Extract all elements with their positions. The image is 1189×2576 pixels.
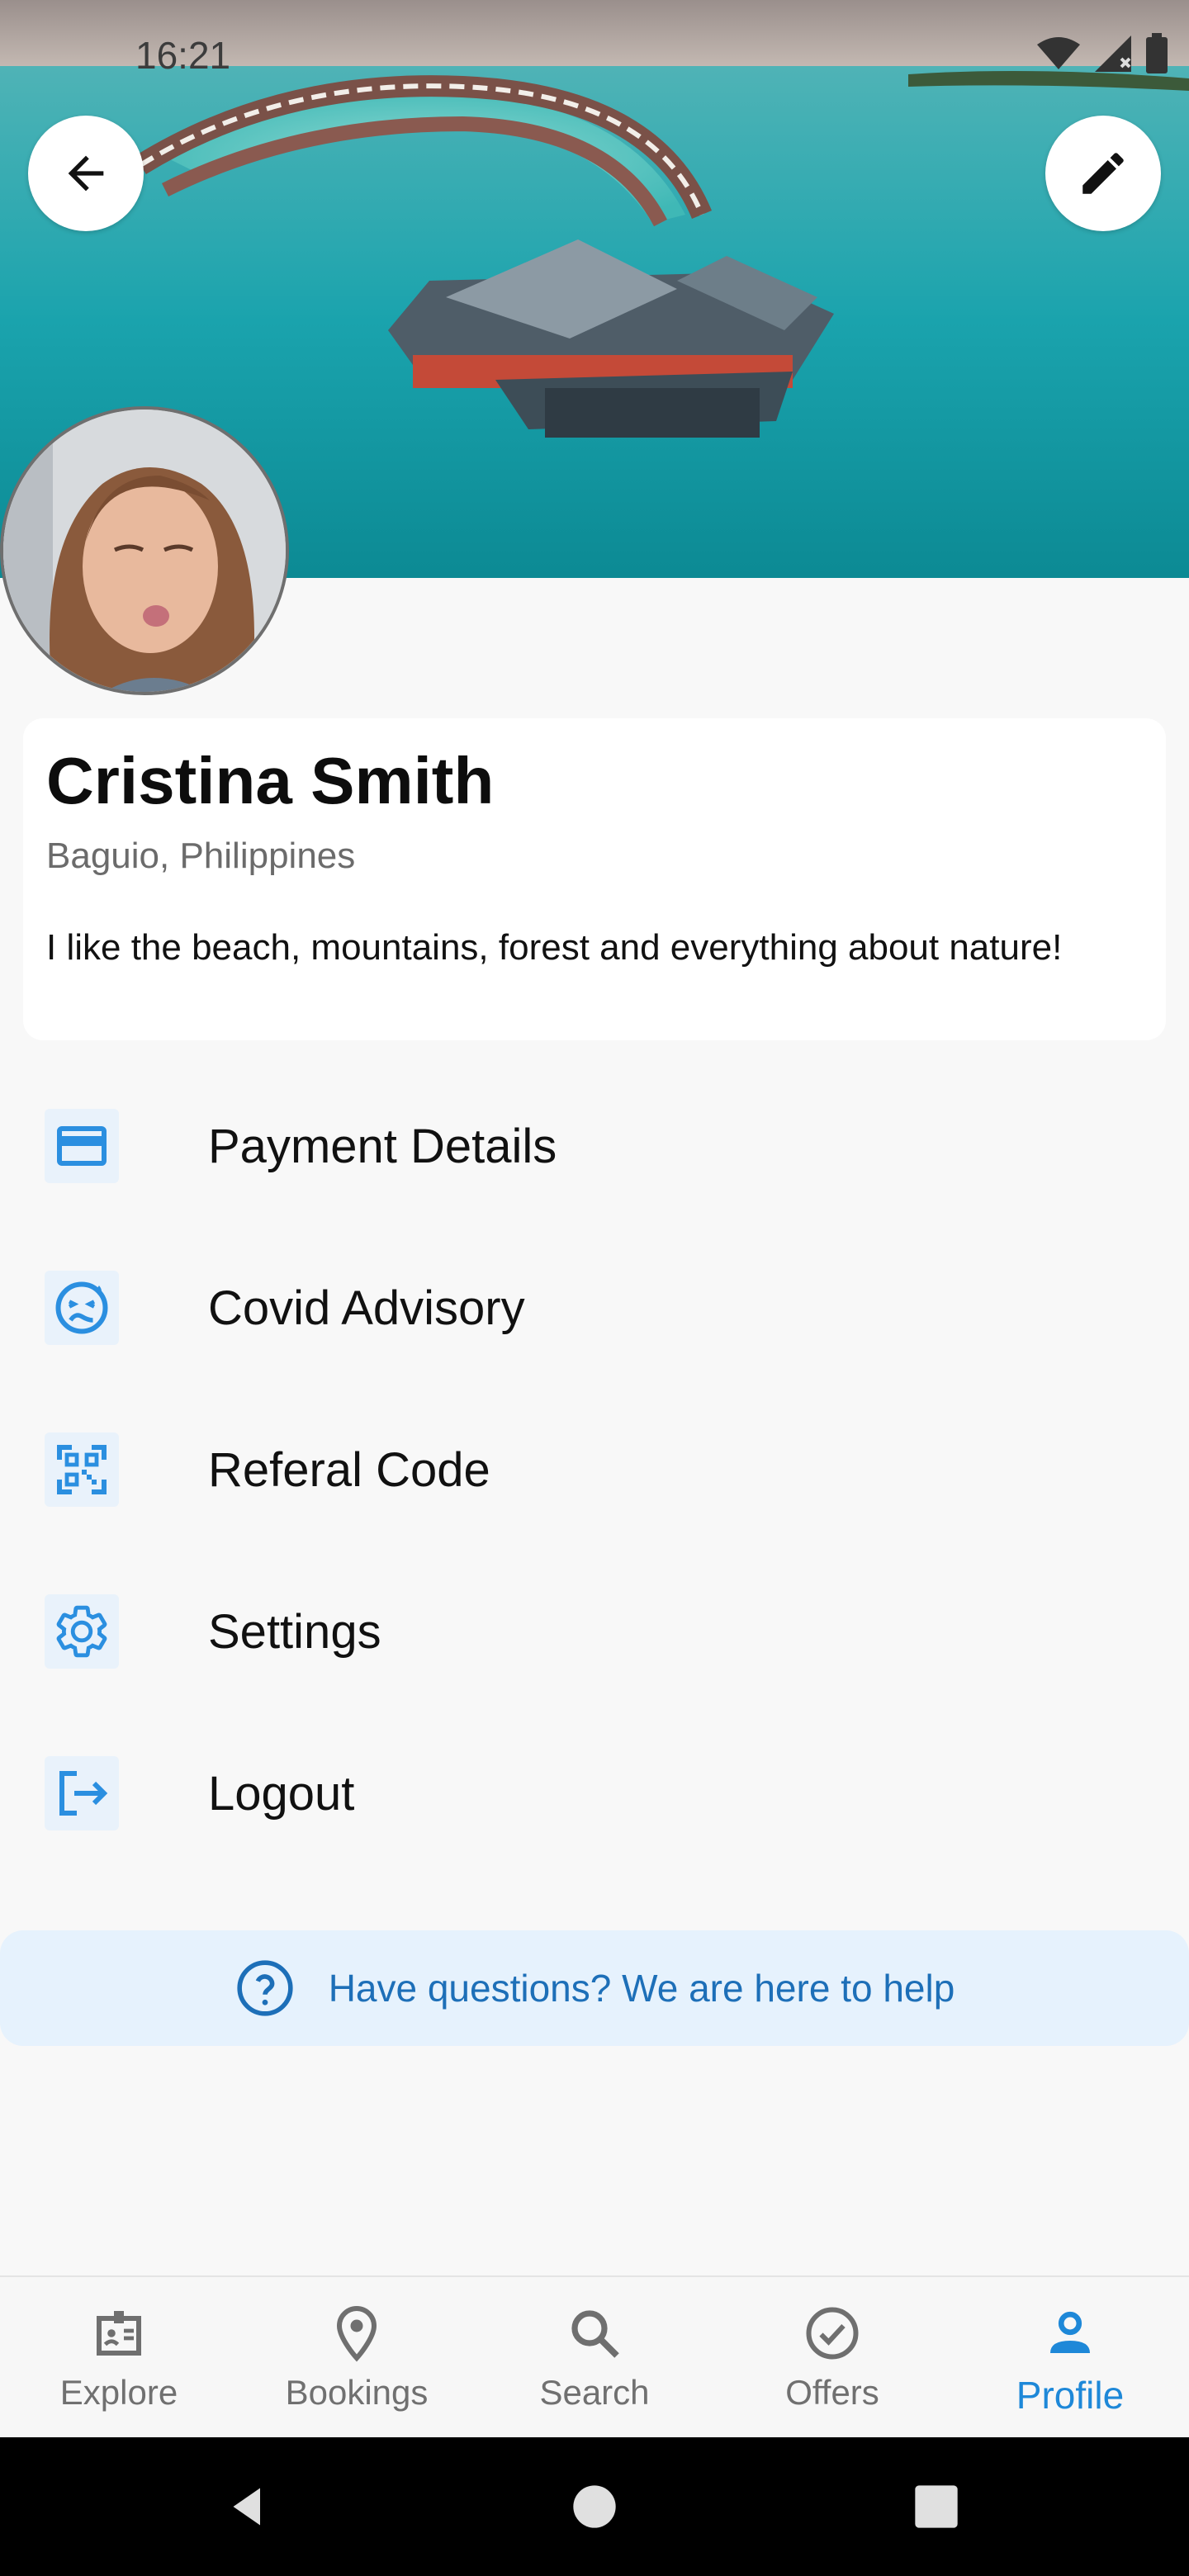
menu-item-logout[interactable]: Logout	[0, 1712, 1189, 1874]
square-recents-icon	[915, 2485, 958, 2528]
check-circle-icon	[801, 2302, 864, 2365]
question-circle-icon	[237, 1960, 293, 2016]
nav-label: Profile	[1016, 2374, 1125, 2417]
system-recents-button[interactable]	[895, 2465, 978, 2548]
menu-label: Covid Advisory	[208, 1281, 525, 1335]
help-text: Have questions? We are here to help	[328, 1967, 955, 2010]
nav-explore[interactable]: Explore	[0, 2277, 238, 2439]
system-home-button[interactable]	[553, 2465, 636, 2548]
battery-icon	[1146, 33, 1168, 73]
circle-home-icon	[573, 2485, 616, 2528]
nav-offers[interactable]: Offers	[713, 2277, 951, 2439]
menu-label: Logout	[208, 1766, 355, 1821]
map-pin-icon	[325, 2302, 388, 2365]
menu-label: Settings	[208, 1604, 381, 1659]
search-icon	[563, 2302, 626, 2365]
triangle-back-icon	[233, 2488, 260, 2526]
profile-card: Cristina Smith Baguio, Philippines I lik…	[23, 718, 1166, 1040]
status-time: 16:21	[135, 34, 231, 77]
system-navigation-bar	[0, 2437, 1189, 2576]
profile-name: Cristina Smith	[46, 744, 495, 817]
nav-label: Explore	[59, 2373, 178, 2412]
avatar-photo	[3, 410, 286, 692]
nav-bookings[interactable]: Bookings	[238, 2277, 476, 2439]
profile-bio: I like the beach, mountains, forest and …	[46, 927, 1063, 968]
status-icons	[1035, 33, 1169, 74]
menu-item-referal-code[interactable]: Referal Code	[0, 1389, 1189, 1551]
menu-item-payment-details[interactable]: Payment Details	[0, 1065, 1189, 1227]
bottom-nav: Explore Bookings Search Offers Profile	[0, 2275, 1189, 2437]
logout-icon	[45, 1756, 119, 1830]
pencil-icon	[1082, 153, 1124, 194]
menu-item-settings[interactable]: Settings	[0, 1551, 1189, 1712]
signal-icon	[1095, 36, 1131, 72]
nav-label: Offers	[785, 2373, 879, 2412]
nav-label: Bookings	[285, 2373, 429, 2412]
avatar[interactable]	[0, 406, 289, 695]
sick-face-icon	[45, 1271, 119, 1345]
help-banner[interactable]: Have questions? We are here to help	[0, 1930, 1189, 2046]
wifi-icon	[1037, 37, 1080, 69]
system-back-button[interactable]	[206, 2465, 289, 2548]
qr-code-icon	[45, 1432, 119, 1507]
nav-label: Search	[539, 2373, 650, 2412]
profile-screen: 16:21 Cristina Smith Baguio, Philippines…	[0, 0, 1189, 2576]
profile-location: Baguio, Philippines	[46, 836, 356, 876]
edit-profile-button[interactable]	[1045, 116, 1161, 231]
nav-profile[interactable]: Profile	[951, 2277, 1189, 2439]
nav-search[interactable]: Search	[476, 2277, 713, 2439]
badge-icon	[88, 2302, 150, 2365]
status-bar: 16:21	[0, 0, 1189, 116]
menu-label: Referal Code	[208, 1442, 490, 1497]
menu-item-covid-advisory[interactable]: Covid Advisory	[0, 1227, 1189, 1389]
arrow-left-icon	[68, 155, 104, 192]
back-button[interactable]	[28, 116, 144, 231]
person-icon	[1039, 2302, 1101, 2365]
credit-card-icon	[45, 1109, 119, 1183]
menu-label: Payment Details	[208, 1119, 557, 1173]
gear-icon	[45, 1594, 119, 1669]
